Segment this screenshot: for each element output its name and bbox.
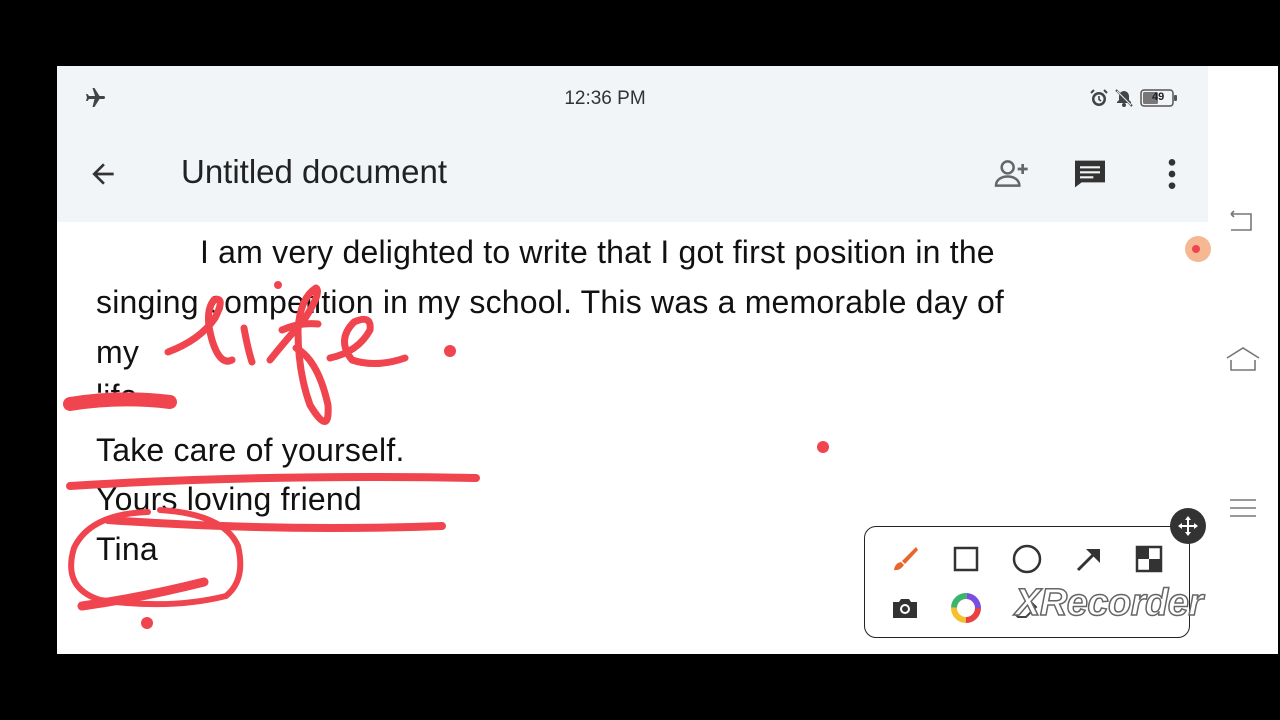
notifications-off-icon: [1114, 88, 1134, 113]
xrecorder-watermark: XRecorder: [1014, 581, 1204, 625]
add-person-icon[interactable]: [991, 154, 1031, 199]
comment-icon[interactable]: [1070, 154, 1110, 199]
mosaic-icon[interactable]: [1129, 539, 1169, 579]
color-picker-icon[interactable]: [946, 588, 986, 628]
camera-icon[interactable]: [885, 588, 925, 628]
more-vert-icon[interactable]: [1152, 154, 1192, 199]
navigation-strip: [1208, 66, 1278, 654]
home-nav-icon[interactable]: [1225, 344, 1261, 381]
app-bar: Untitled document: [57, 130, 1208, 222]
back-arrow-icon[interactable]: [87, 158, 119, 195]
doc-line-1: I am very delighted to write that I got …: [200, 234, 995, 270]
circle-icon[interactable]: [1007, 539, 1047, 579]
document-title: Untitled document: [181, 153, 447, 190]
rectangle-icon[interactable]: [946, 539, 986, 579]
recents-nav-icon[interactable]: [1228, 494, 1258, 527]
back-nav-icon[interactable]: [1225, 206, 1257, 243]
doc-line-5: Take care of yourself.: [96, 432, 405, 468]
doc-line-4: life.: [96, 378, 147, 414]
arrow-icon[interactable]: [1068, 539, 1108, 579]
doc-line-6: Yours loving friend: [96, 481, 362, 517]
brush-icon[interactable]: [885, 539, 925, 579]
doc-line-3: my: [96, 334, 140, 370]
alarm-icon: [1089, 88, 1109, 113]
status-time: 12:36 PM: [564, 88, 646, 109]
battery-icon: 49: [1140, 89, 1178, 112]
move-handle-icon[interactable]: [1170, 508, 1206, 544]
battery-level: 49: [1152, 91, 1165, 103]
doc-line-2: singing competition in my school. This w…: [96, 284, 1005, 320]
status-bar: 12:36 PM 49: [57, 66, 1208, 130]
doc-line-7: Tina: [96, 531, 158, 567]
